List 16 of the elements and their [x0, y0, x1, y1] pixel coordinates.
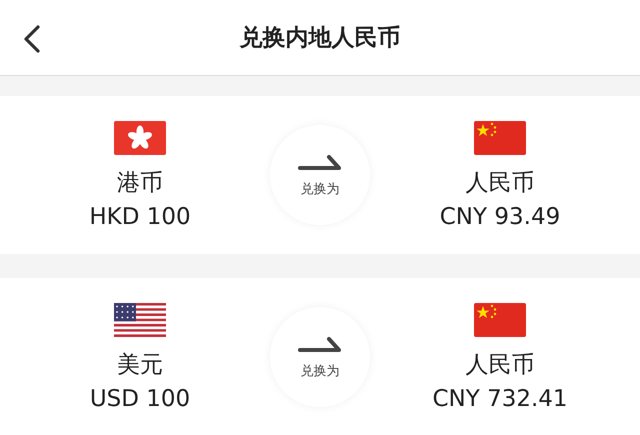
flag-icon	[114, 120, 166, 154]
convert-button[interactable]: 兑换为	[270, 125, 370, 225]
currency-name: 美元	[117, 350, 163, 380]
currency-amount: CNY 93.49	[440, 204, 560, 230]
currency-name: 人民币	[466, 168, 534, 198]
currency-amount: CNY 732.41	[432, 386, 568, 412]
flag-icon	[474, 120, 526, 154]
convert-button[interactable]: 兑换为	[270, 307, 370, 407]
currency-amount: USD 100	[90, 386, 190, 412]
currency-name: 人民币	[466, 350, 534, 380]
currency-name: 港币	[117, 168, 163, 198]
page-title: 兑换内地人民币	[240, 24, 400, 53]
flag-icon	[114, 302, 166, 336]
flag-icon	[474, 302, 526, 336]
back-icon[interactable]	[22, 24, 42, 54]
currency-amount: HKD 100	[89, 204, 191, 230]
